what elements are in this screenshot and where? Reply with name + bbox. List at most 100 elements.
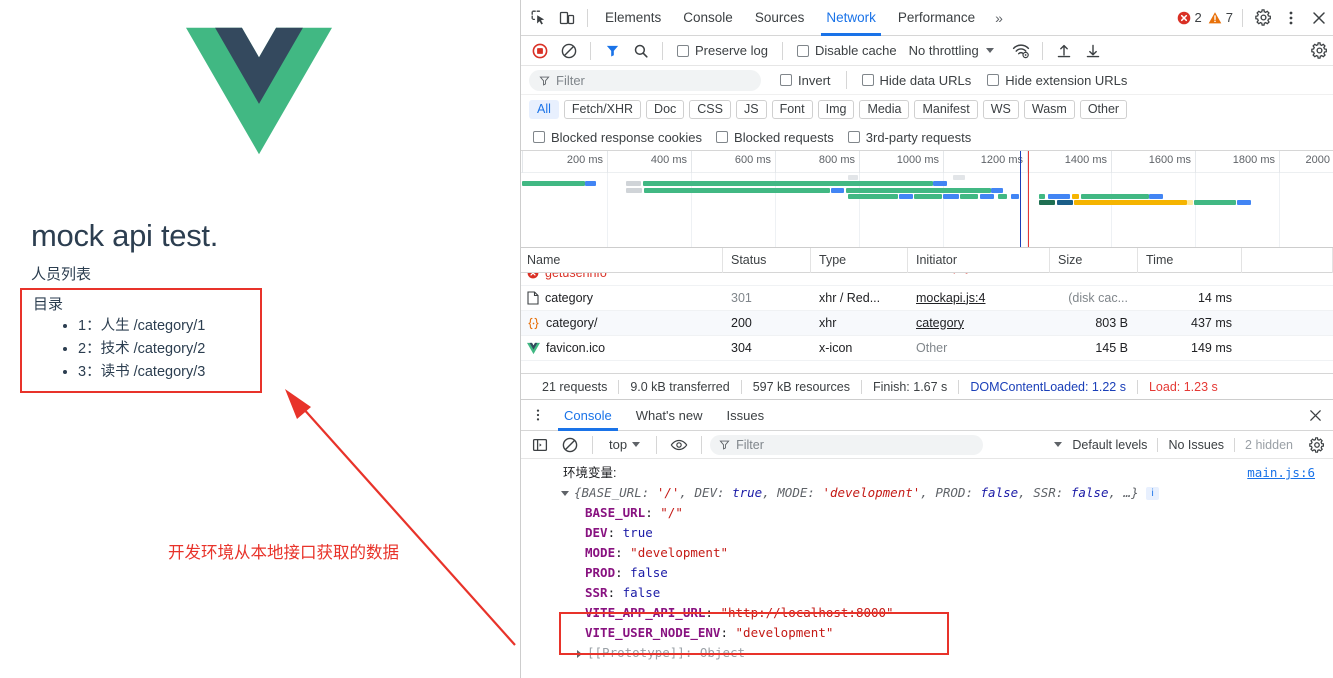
tab-network[interactable]: Network <box>815 0 887 36</box>
column-header-initiator[interactable]: Initiator <box>908 248 1050 273</box>
hide-data-urls-checkbox[interactable]: Hide data URLs <box>855 73 979 88</box>
close-icon[interactable] <box>1301 401 1329 429</box>
live-expression-icon[interactable] <box>665 431 693 459</box>
chip-all[interactable]: All <box>529 100 559 119</box>
throttling-select[interactable]: No throttling <box>905 43 998 58</box>
third-party-requests-label: 3rd-party requests <box>866 130 972 145</box>
chip-css[interactable]: CSS <box>689 100 731 119</box>
chip-fetch-xhr[interactable]: Fetch/XHR <box>564 100 641 119</box>
third-party-requests-checkbox[interactable]: 3rd-party requests <box>841 130 979 145</box>
clear-console-icon[interactable] <box>556 431 584 459</box>
catalog-heading: 目录 <box>33 293 63 314</box>
list-item[interactable]: 2：技术 /category/2 <box>78 338 205 361</box>
chevron-double-right-icon[interactable]: » <box>986 10 1012 26</box>
summary-dom-content-loaded: DOMContentLoaded: 1.22 s <box>959 380 1137 394</box>
column-header-time[interactable]: Time <box>1138 248 1242 273</box>
tab-sources[interactable]: Sources <box>744 0 816 36</box>
table-row[interactable]: category 301 xhr / Red... mockapi.js:4 (… <box>521 286 1333 311</box>
export-har-icon[interactable] <box>1079 37 1107 65</box>
network-conditions-icon[interactable] <box>1007 37 1035 65</box>
column-header-size[interactable]: Size <box>1050 248 1138 273</box>
expand-triangle-icon[interactable] <box>561 491 569 496</box>
chip-ws[interactable]: WS <box>983 100 1019 119</box>
request-initiator[interactable]: mockapi.js:4 <box>908 286 1050 311</box>
warning-badge[interactable]: 7 <box>1205 10 1236 25</box>
chip-img[interactable]: Img <box>818 100 855 119</box>
preserve-log-checkbox[interactable]: Preserve log <box>670 43 775 58</box>
inspect-element-icon[interactable] <box>525 4 553 32</box>
search-icon[interactable] <box>627 37 655 65</box>
expand-triangle-icon[interactable] <box>577 650 582 658</box>
column-header-waterfall[interactable] <box>1242 248 1333 273</box>
console-object-preview[interactable]: {BASE_URL: '/', DEV: true, MODE: 'develo… <box>521 483 1333 503</box>
tab-performance[interactable]: Performance <box>887 0 986 36</box>
vue-favicon-icon <box>527 342 540 355</box>
blocked-response-cookies-checkbox[interactable]: Blocked response cookies <box>529 130 709 145</box>
import-har-icon[interactable] <box>1050 37 1078 65</box>
blocked-filters-row: Blocked response cookies Blocked request… <box>521 124 1333 151</box>
hidden-messages-count[interactable]: 2 hidden <box>1237 438 1301 452</box>
request-initiator[interactable]: category <box>908 311 1050 336</box>
console-source-link[interactable]: main.js:6 <box>1247 463 1315 483</box>
column-header-status[interactable]: Status <box>723 248 811 273</box>
issues-status[interactable]: No Issues <box>1160 438 1232 452</box>
info-badge[interactable]: i <box>1146 487 1159 500</box>
preview-text: {BASE_URL: '/', DEV: true, MODE: 'develo… <box>574 485 1139 500</box>
table-row[interactable]: category/ 200 xhr category 803 B 437 ms <box>521 311 1333 336</box>
console-property-row: VITE_APP_API_URL: "http://localhost:8000… <box>521 603 1333 623</box>
filter-placeholder: Filter <box>556 73 585 88</box>
log-levels-select[interactable]: Default levels <box>1046 438 1155 452</box>
checkbox-box <box>677 45 689 57</box>
table-row[interactable]: favicon.ico 304 x-icon Other 145 B 149 m… <box>521 336 1333 361</box>
chip-font[interactable]: Font <box>772 100 813 119</box>
network-overview-timeline[interactable]: 200 ms 400 ms 600 ms 800 ms 1000 ms 1200… <box>521 151 1333 248</box>
blocked-requests-label: Blocked requests <box>734 130 834 145</box>
disable-cache-checkbox[interactable]: Disable cache <box>790 43 904 58</box>
kebab-menu-icon[interactable] <box>1277 4 1305 32</box>
error-badge[interactable]: 2 <box>1174 10 1205 25</box>
filter-funnel-icon <box>719 439 730 450</box>
filter-input[interactable]: Filter <box>529 70 761 91</box>
invert-checkbox[interactable]: Invert <box>773 73 838 88</box>
console-prototype-row[interactable]: [[Prototype]]: Object <box>521 643 1333 663</box>
chip-other[interactable]: Other <box>1080 100 1127 119</box>
chip-doc[interactable]: Doc <box>646 100 684 119</box>
hide-extension-urls-label: Hide extension URLs <box>1005 73 1127 88</box>
tab-elements[interactable]: Elements <box>594 0 672 36</box>
network-settings-gear-icon[interactable] <box>1305 37 1333 65</box>
column-header-name[interactable]: Name <box>521 248 723 273</box>
execution-context-select[interactable]: top <box>601 437 648 452</box>
network-table-header: Name Status Type Initiator Size Time <box>521 248 1333 273</box>
filter-funnel-icon[interactable] <box>598 37 626 65</box>
blocked-response-cookies-label: Blocked response cookies <box>551 130 702 145</box>
request-size: 500 B <box>1050 273 1128 274</box>
chip-manifest[interactable]: Manifest <box>914 100 977 119</box>
drawer-tab-issues[interactable]: Issues <box>715 400 777 431</box>
kebab-menu-icon[interactable] <box>524 401 552 429</box>
table-row[interactable]: getuserinfo 404 xhr mockapi.js:2 500 B 3… <box>521 273 1333 286</box>
network-table-body[interactable]: getuserinfo 404 xhr mockapi.js:2 500 B 3… <box>521 273 1333 373</box>
console-sidebar-icon[interactable] <box>526 431 554 459</box>
console-filter-input[interactable]: Filter <box>710 435 983 455</box>
request-initiator: mockapi.js:2 <box>916 273 1050 274</box>
blocked-requests-checkbox[interactable]: Blocked requests <box>709 130 841 145</box>
chip-media[interactable]: Media <box>859 100 909 119</box>
list-item[interactable]: 3：读书 /category/3 <box>78 361 205 384</box>
device-toolbar-icon[interactable] <box>553 4 581 32</box>
chip-wasm[interactable]: Wasm <box>1024 100 1075 119</box>
record-stop-icon[interactable] <box>526 37 554 65</box>
column-header-type[interactable]: Type <box>811 248 908 273</box>
gear-icon[interactable] <box>1249 4 1277 32</box>
hide-extension-urls-checkbox[interactable]: Hide extension URLs <box>980 73 1134 88</box>
list-item[interactable]: 1：人生 /category/1 <box>78 315 205 338</box>
drawer-tab-console[interactable]: Console <box>552 400 624 431</box>
console-property-row: MODE: "development" <box>521 543 1333 563</box>
tab-console[interactable]: Console <box>672 0 744 36</box>
drawer-tab-whats-new[interactable]: What's new <box>624 400 715 431</box>
clear-icon[interactable] <box>555 37 583 65</box>
request-status: 200 <box>723 311 811 336</box>
chip-js[interactable]: JS <box>736 100 767 119</box>
console-output[interactable]: 环境变量: main.js:6 {BASE_URL: '/', DEV: tru… <box>521 459 1333 663</box>
close-icon[interactable] <box>1305 4 1333 32</box>
console-settings-gear-icon[interactable] <box>1303 431 1331 459</box>
